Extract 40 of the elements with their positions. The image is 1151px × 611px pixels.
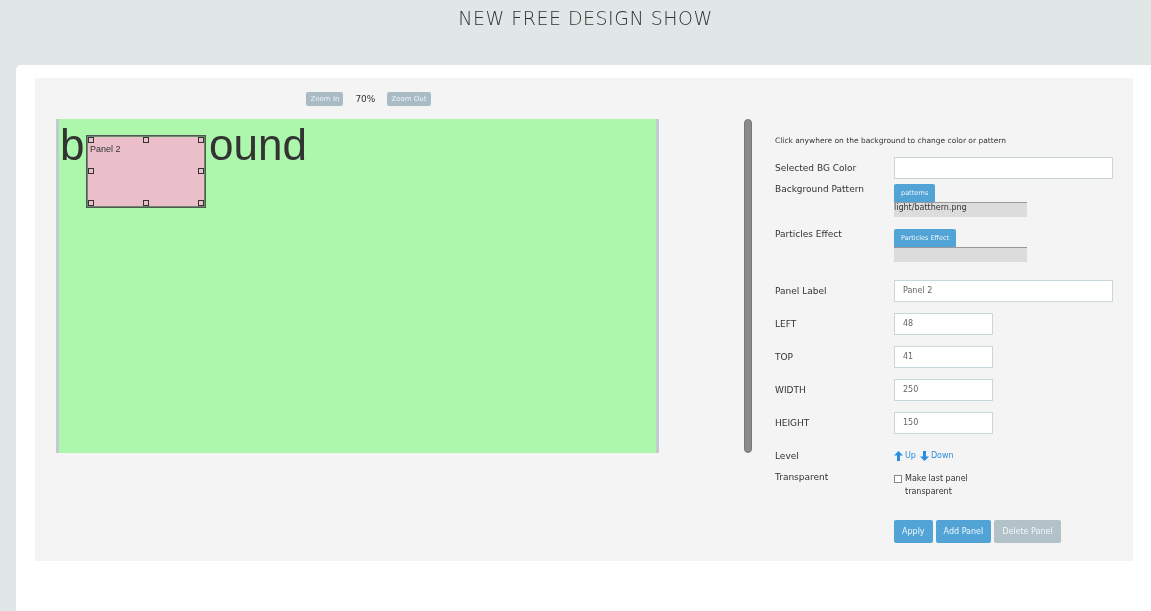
arrow-up-icon <box>894 450 903 461</box>
field-label: Background Pattern <box>775 184 865 194</box>
resize-handle[interactable] <box>198 199 205 206</box>
field-label: TOP <box>775 351 794 362</box>
number-field[interactable]: 48 <box>894 312 993 335</box>
bg-color-field[interactable] <box>894 156 1113 179</box>
checkbox[interactable] <box>894 475 902 483</box>
field-label: Particles Effect <box>775 229 843 239</box>
field-label: LEFT <box>775 318 798 329</box>
design-panel[interactable]: Panel 2 <box>87 135 206 207</box>
arrow-down-icon <box>919 450 929 461</box>
page-title: NEW FREE DESIGN SHOW <box>457 7 714 29</box>
panel-label-field[interactable]: Panel 2 <box>894 279 1113 302</box>
number-field[interactable]: 250 <box>894 378 993 401</box>
background-text: b <box>60 123 85 167</box>
resize-handle[interactable] <box>143 199 150 206</box>
field-label: WIDTH <box>775 384 807 395</box>
resize-handle[interactable] <box>88 136 95 143</box>
field-label: Level <box>775 450 800 461</box>
up-link[interactable]: Up <box>894 450 916 461</box>
background-text: ound <box>209 123 307 167</box>
zoom-level: 70% <box>355 93 376 104</box>
field-label: HEIGHT <box>775 417 811 428</box>
panel-label: Panel 2 <box>90 143 121 154</box>
field-label: Transparent <box>775 472 830 482</box>
number-field[interactable]: 41 <box>894 345 993 368</box>
field-label: Selected BG Color <box>775 162 858 173</box>
resize-handle[interactable] <box>198 168 205 175</box>
down-link[interactable]: Down <box>919 450 954 461</box>
resize-handle[interactable] <box>88 199 95 206</box>
checkbox-label: Make last panel transparent <box>905 473 969 498</box>
pattern-value-field: light/batthern.png <box>894 202 1027 217</box>
number-field[interactable]: 150 <box>894 411 993 434</box>
action-button[interactable]: Add Panel <box>935 520 992 543</box>
resize-handle[interactable] <box>143 136 150 143</box>
resize-handle[interactable] <box>198 136 205 143</box>
scrollbar[interactable] <box>744 119 752 453</box>
field-label: Panel Label <box>775 285 828 296</box>
action-button[interactable]: Apply <box>894 520 933 543</box>
resize-handle[interactable] <box>88 168 95 175</box>
